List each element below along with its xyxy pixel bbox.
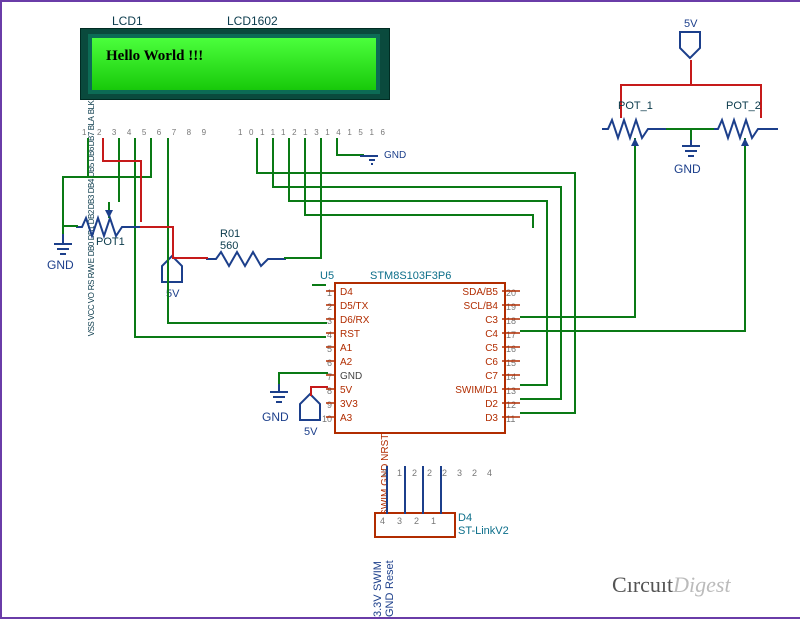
- pot-a-icon: [602, 114, 672, 144]
- r01-icon: [206, 250, 286, 268]
- power-5v-icon: [300, 394, 324, 424]
- wire: [304, 138, 306, 216]
- wire: [134, 336, 326, 338]
- pot-b-label: POT_2: [726, 100, 761, 112]
- r01-ref: R01: [220, 228, 240, 240]
- v5-label: 5V: [304, 426, 317, 438]
- wire: [278, 372, 280, 384]
- mcu-ref: U5: [320, 270, 334, 282]
- mcu-left-pins: D4D5/TXD6/RXRSTA1A2GND5V3V3A3: [340, 286, 369, 426]
- wire: [634, 150, 636, 318]
- gnd-label: GND: [262, 410, 289, 424]
- mcu-ticks-right: [502, 288, 522, 430]
- wire: [102, 160, 142, 162]
- mcu-part: STM8S103F3P6: [370, 270, 451, 282]
- wire: [140, 226, 174, 228]
- wire: [532, 214, 534, 228]
- gnd-icon: [266, 382, 296, 410]
- wire: [404, 466, 406, 514]
- wire: [167, 138, 169, 248]
- wire: [87, 138, 89, 178]
- wire: [304, 214, 534, 216]
- power-5v-icon: [680, 32, 704, 62]
- lcd-pin-nums: 123456789: [82, 128, 217, 137]
- wire: [256, 138, 258, 174]
- wire: [278, 372, 328, 374]
- wire: [167, 322, 327, 324]
- wire: [62, 176, 152, 178]
- wire: [560, 186, 562, 400]
- wire: [102, 138, 104, 162]
- lcd-pin-nums-2: 10111213141516: [238, 128, 392, 137]
- wire: [386, 466, 388, 514]
- lcd-part: LCD1602: [227, 14, 278, 28]
- wire: [288, 138, 290, 202]
- mcu-right-pins: SDA/B5SCL/B4C3C4C5C6C7SWIM/D1D2D3: [442, 286, 498, 426]
- wire: [310, 386, 328, 388]
- wire: [172, 257, 208, 259]
- wire: [288, 200, 548, 202]
- lcd-ref: LCD1: [112, 14, 143, 28]
- gnd-label: GND: [674, 162, 701, 176]
- wire: [520, 398, 562, 400]
- stlink-labels: 3.3V SWIM GND Reset: [372, 542, 396, 617]
- wire: [134, 138, 136, 262]
- wire: [272, 138, 274, 188]
- wire: [284, 257, 322, 259]
- wire: [310, 386, 312, 396]
- wire: [744, 150, 746, 332]
- wire: [256, 172, 576, 174]
- wire: [172, 226, 174, 258]
- wire: [134, 260, 136, 338]
- pot-b-icon: [712, 114, 782, 144]
- mcu-ticks-left: [326, 288, 336, 430]
- wire: [440, 466, 442, 514]
- wire: [150, 138, 152, 178]
- lcd-display-text: Hello World !!!: [106, 48, 203, 65]
- stlink-ref: D4: [458, 512, 472, 524]
- wire: [520, 384, 548, 386]
- power-5v-icon: [162, 256, 186, 286]
- wire: [272, 186, 562, 188]
- wire: [320, 226, 322, 259]
- brand-logo: CırcuıtDigest: [612, 572, 731, 598]
- wire: [422, 466, 424, 514]
- pot1-label: POT1: [96, 236, 125, 248]
- wire: [62, 225, 78, 227]
- wire: [574, 172, 576, 414]
- wire: [546, 200, 548, 386]
- mcu-bottom-nums: 21222324: [382, 468, 502, 478]
- wire: [167, 246, 169, 324]
- v5-label: 5V: [684, 18, 697, 30]
- wire: [62, 176, 64, 236]
- wire: [620, 84, 762, 86]
- wire: [520, 330, 746, 332]
- wire: [520, 316, 636, 318]
- gnd-label: GND: [47, 258, 74, 272]
- pot-a-label: POT_1: [618, 100, 653, 112]
- wire: [118, 138, 120, 202]
- gnd-label: GND: [384, 150, 406, 161]
- stlink-nums: 4321: [380, 516, 448, 526]
- wire: [520, 412, 576, 414]
- wire: [690, 60, 692, 86]
- stlink-part: ST-LinkV2: [458, 525, 509, 537]
